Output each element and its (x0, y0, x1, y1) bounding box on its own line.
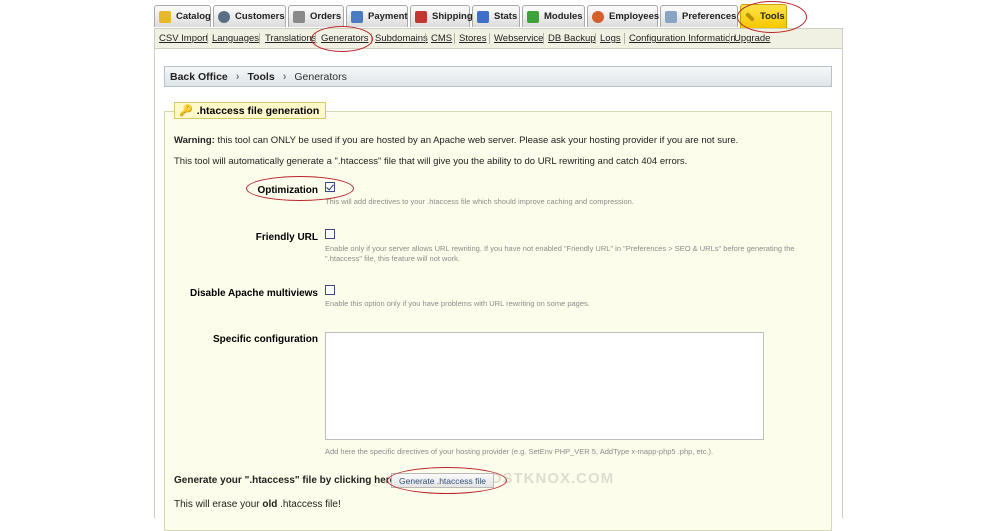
warning-label: Warning: (174, 135, 215, 146)
breadcrumb-back-office[interactable]: Back Office (170, 71, 228, 83)
submenu-generators[interactable]: Generators (321, 33, 369, 44)
erase-text-post: .htaccess file! (277, 499, 341, 510)
multiviews-checkbox[interactable] (325, 285, 335, 295)
tab-payment[interactable]: Payment (346, 5, 408, 27)
friendly-url-checkbox[interactable] (325, 229, 335, 239)
submenu-subdomains[interactable]: Subdomains (375, 33, 428, 44)
htaccess-fieldset (164, 111, 832, 531)
optimization-label: Optimization (257, 185, 318, 196)
multiviews-hint: Enable this option only if you have prob… (325, 299, 590, 308)
folder-icon (159, 10, 171, 23)
user-icon (218, 10, 230, 23)
tab-label: Shipping (432, 11, 473, 22)
submenu-languages[interactable]: Languages (212, 33, 259, 44)
submenu-separator (729, 33, 730, 44)
erase-text-strong: old (262, 499, 278, 510)
fieldset-legend: 🔑 .htaccess file generation (174, 102, 327, 119)
breadcrumb-current: Generators (294, 70, 347, 83)
submenu-separator (454, 33, 455, 44)
submenu-separator (543, 33, 544, 44)
generate-prompt: Generate your ".htaccess" file by clicki… (174, 475, 399, 486)
specific-configuration-hint: Add here the specific directives of your… (325, 447, 714, 456)
submenu-cms[interactable]: CMS (431, 33, 452, 44)
submenu-db-backup[interactable]: DB Backup (548, 33, 596, 44)
erase-warning: This will erase your old .htaccess file! (174, 499, 341, 510)
tab-catalog[interactable]: Catalog (154, 5, 211, 27)
erase-text-pre: This will erase your (174, 499, 263, 510)
tab-label: Payment (368, 11, 408, 22)
submenu-separator (315, 33, 316, 44)
tab-label: Catalog (176, 11, 211, 22)
multiviews-label: Disable Apache multiviews (189, 288, 318, 299)
submenu-logs[interactable]: Logs (600, 33, 621, 44)
payment-icon (351, 10, 363, 23)
warning-text: Warning: this tool can ONLY be used if y… (174, 135, 738, 146)
submenu-separator (624, 33, 625, 44)
submenu-separator (425, 33, 426, 44)
intro-text: This tool will automatically generate a … (174, 156, 688, 167)
submenu-separator (371, 33, 372, 44)
tab-label: Tools (760, 11, 785, 22)
submenu-upgrade[interactable]: Upgrade (734, 33, 770, 44)
tools-icon (745, 11, 755, 22)
specific-configuration-textarea[interactable] (325, 332, 764, 440)
breadcrumb: Back Office › Tools › Generators (164, 66, 832, 87)
tab-stats[interactable]: Stats (472, 5, 520, 27)
tab-label: Preferences (682, 11, 737, 22)
tools-submenu: CSV Import Languages Translations Genera… (154, 28, 843, 49)
cart-icon (293, 10, 305, 23)
tab-label: Stats (494, 11, 518, 22)
preferences-icon (665, 10, 677, 23)
employees-icon (592, 10, 604, 23)
tab-label: Orders (310, 11, 342, 22)
chevron-right-icon: › (282, 70, 287, 83)
friendly-url-label: Friendly URL (255, 232, 318, 243)
submenu-separator (595, 33, 596, 44)
tab-preferences[interactable]: Preferences (660, 5, 738, 27)
generate-htaccess-button[interactable]: Generate .htaccess file (391, 473, 494, 488)
submenu-stores[interactable]: Stores (459, 33, 486, 44)
tab-employees[interactable]: Employees (587, 5, 660, 27)
optimization-checkbox[interactable] (325, 182, 335, 192)
optimization-hint: This will add directives to your .htacce… (325, 197, 634, 206)
legend-title: .htaccess file generation (196, 104, 320, 117)
warning-message: this tool can ONLY be used if you are ho… (214, 135, 739, 146)
friendly-url-hint: Enable only if your server allows URL re… (325, 244, 795, 263)
submenu-webservice[interactable]: Webservice (494, 33, 543, 44)
submenu-separator (259, 33, 260, 44)
watermark: HOSTKNOX.COM (478, 470, 615, 487)
specific-configuration-label: Specific configuration (212, 334, 318, 345)
tab-modules[interactable]: Modules (522, 5, 585, 27)
chevron-right-icon: › (235, 70, 240, 83)
tab-orders[interactable]: Orders (288, 5, 344, 27)
tab-label: Employees (609, 11, 660, 22)
tab-tools[interactable]: Tools (740, 4, 787, 28)
submenu-configuration-information[interactable]: Configuration Information (629, 33, 736, 44)
tab-label: Customers (235, 11, 285, 22)
tab-customers[interactable]: Customers (213, 5, 286, 27)
submenu-separator (489, 33, 490, 44)
modules-icon (527, 10, 539, 23)
tab-label: Modules (544, 11, 583, 22)
key-icon: 🔑 (179, 105, 193, 117)
submenu-translations[interactable]: Translations (265, 33, 316, 44)
submenu-separator (207, 33, 208, 44)
submenu-csv-import[interactable]: CSV Import (159, 33, 208, 44)
stats-icon (477, 10, 489, 23)
truck-icon (415, 10, 427, 23)
tab-shipping[interactable]: Shipping (410, 5, 473, 27)
breadcrumb-tools[interactable]: Tools (247, 71, 274, 83)
